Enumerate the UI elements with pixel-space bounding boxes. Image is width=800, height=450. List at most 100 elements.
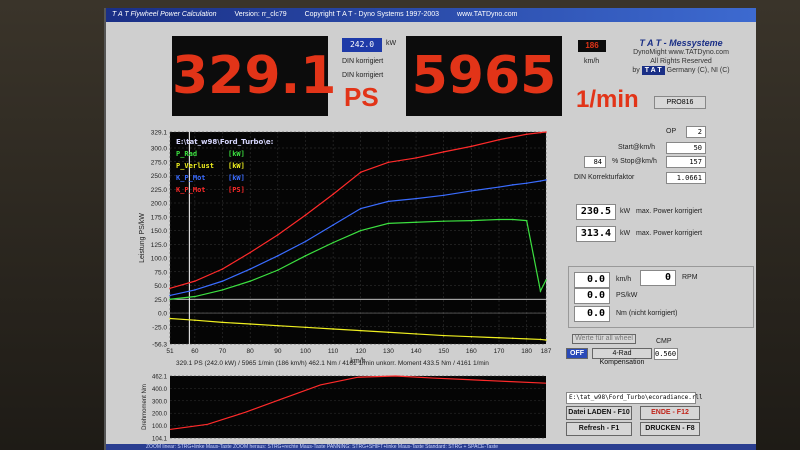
series-point <box>512 218 514 221</box>
load-file-button[interactable]: Datei LADEN - F10 <box>566 406 632 420</box>
y-tick-label: 329.1 <box>151 130 168 137</box>
series-point <box>359 229 362 232</box>
stop-speed-field[interactable]: 157 <box>666 156 706 168</box>
max-power-kw-label: max. Power korrigiert <box>636 208 703 215</box>
max-power-kw-value: 230.5 <box>576 204 616 220</box>
series-point <box>470 219 473 222</box>
legend-item-unit: [kW] <box>228 174 245 182</box>
series-line-p-verlust <box>169 317 547 341</box>
legend-file-path: E:\tat_w98\Ford_Turbo\e: <box>176 138 274 146</box>
live-torque-field: 0.0 <box>574 306 610 322</box>
x-tick-label: 70 <box>219 348 227 355</box>
legend-item: P_Verlust [kW] <box>176 160 273 172</box>
power-kw-readout: 242.0 <box>342 38 382 52</box>
y-tick-label: 50.0 <box>154 283 167 290</box>
live-rpm-field: 0 <box>640 270 676 286</box>
kw-unit-label: kW <box>386 40 397 47</box>
x-tick-label: 187 <box>541 348 552 355</box>
series-point <box>277 234 279 236</box>
refresh-button[interactable]: Refresh - F1 <box>566 422 632 436</box>
legend-item: P_Rad [kW] <box>176 148 273 160</box>
brand-product: DynoMight www.TATDyno.com <box>633 49 729 56</box>
live-torque-unit: Nm (nicht korrigiert) <box>616 310 678 317</box>
all-wheel-values-button[interactable]: Werte für all wheel <box>572 334 636 344</box>
din-factor-field[interactable]: 1.0661 <box>666 172 706 184</box>
legend-item-name: K_P_Mot <box>176 174 206 182</box>
series-point <box>539 131 542 134</box>
y-tick-label: -56.3 <box>152 342 167 349</box>
x-tick-label: 160 <box>466 348 477 355</box>
file-path-field[interactable]: E:\tat_w98\Ford_Turbo\ecoradiance.rll <box>566 392 703 404</box>
application-window: T A T Flywheel Power Calculation Version… <box>104 8 756 450</box>
series-point <box>221 289 224 291</box>
four-wheel-compensation-select[interactable]: 4-Rad Kompensation <box>592 348 652 366</box>
x-tick-label: 90 <box>274 348 282 355</box>
din-corrected-label-2: DIN korrigiert <box>342 72 384 79</box>
torque-plot-area <box>170 376 546 438</box>
series-point <box>498 218 500 221</box>
series-point <box>194 289 196 291</box>
series-point <box>498 138 500 141</box>
app-title: T A T Flywheel Power Calculation <box>112 11 217 18</box>
live-rpm-unit: RPM <box>682 274 698 281</box>
series-point <box>332 241 334 244</box>
series-point <box>221 268 224 270</box>
rpm-unit-label: 1/min <box>576 86 639 113</box>
series-point <box>470 145 473 148</box>
speed-unit-label: km/h <box>584 58 600 65</box>
off-toggle-button[interactable]: OFF <box>566 348 588 359</box>
tat-logo: T A T <box>641 66 665 75</box>
start-label: Start@km/h <box>618 144 656 151</box>
y-tick-label: 175.0 <box>151 214 168 221</box>
series-point <box>539 290 542 292</box>
end-button[interactable]: ENDE - F12 <box>640 406 700 420</box>
op-field[interactable]: 2 <box>686 126 706 138</box>
x-tick-label: 80 <box>247 348 255 355</box>
legend-item: K_P_Mot [PS] <box>176 184 273 196</box>
series-point <box>415 157 417 159</box>
stop-percent-field[interactable]: 84 <box>584 156 606 168</box>
series-point <box>512 337 514 340</box>
legend-item: K_P_Mot [kW] <box>176 172 273 184</box>
x-tick-label: 140 <box>411 348 422 355</box>
series-point <box>277 324 279 327</box>
cmp-field[interactable]: 0.560 <box>654 348 678 360</box>
brand-country: Germany (C), NI (C) <box>666 67 730 74</box>
ps-unit-label: PS <box>344 82 379 112</box>
power-chart[interactable]: 329.1 300.0 275.0 250.0 225.0 200.0 175.0 150.0… <box>136 120 566 370</box>
torque-y-axis-label: Drehmoment Nm <box>142 384 148 430</box>
start-speed-field[interactable]: 50 <box>666 142 706 154</box>
series-point <box>415 221 417 224</box>
series-point <box>387 200 390 203</box>
stop-label: % Stop@km/h <box>612 158 657 165</box>
series-point <box>525 219 528 222</box>
torque-y-tick-label: 462.1 <box>152 375 168 381</box>
x-tick-label: 130 <box>383 348 394 355</box>
series-point <box>221 321 224 324</box>
legend-item-name: K_P_Mot <box>176 186 206 194</box>
y-tick-label: 75.0 <box>154 269 167 276</box>
legend-item-unit: [kW] <box>228 162 245 170</box>
series-point <box>512 184 514 186</box>
series-point <box>415 197 417 200</box>
max-power-ps-label: max. Power korrigiert <box>636 230 703 237</box>
title-bar: T A T Flywheel Power Calculation Version… <box>106 8 756 22</box>
series-point <box>539 338 542 341</box>
y-axis-label: Leistung PS/kW <box>139 213 146 263</box>
series-point <box>415 333 417 335</box>
series-point <box>539 180 542 182</box>
rpm-readout: 5965 <box>406 36 562 116</box>
series-point <box>545 179 547 181</box>
result-info-line: 329.1 PS (242.0 kW) / 5965 1/min (186 km… <box>176 360 489 367</box>
series-point <box>442 220 445 222</box>
pro-button[interactable]: PRO816 <box>654 96 706 109</box>
legend-item-name: P_Rad <box>176 150 198 158</box>
x-tick-label: 100 <box>300 348 311 355</box>
print-button[interactable]: DRUCKEN - F8 <box>640 422 700 436</box>
din-factor-label: DIN Korrekturfaktor <box>574 174 635 181</box>
y-tick-label: 100.0 <box>151 256 168 263</box>
series-point <box>512 136 514 138</box>
y-tick-label: -25.0 <box>152 324 167 331</box>
legend-item-name: P_Verlust <box>176 162 214 170</box>
torque-chart[interactable]: 462.1 400.0 300.0 200.0 100.0 104.1 Drehmoment… <box>136 372 566 448</box>
